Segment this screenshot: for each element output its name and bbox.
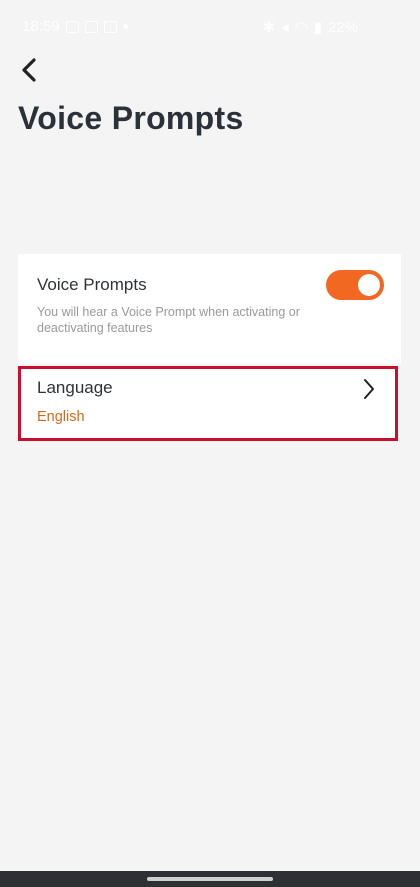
gallery-icon bbox=[65, 20, 79, 33]
page-title: Voice Prompts bbox=[18, 100, 244, 136]
status-left: 18:59 bbox=[22, 18, 128, 35]
chevron-right-icon bbox=[364, 379, 374, 399]
voice-prompts-description: You will hear a Voice Prompt when activa… bbox=[37, 305, 300, 335]
bluetooth-icon: ✱ bbox=[262, 19, 276, 36]
status-time: 18:59 bbox=[22, 18, 60, 35]
dot-icon bbox=[122, 24, 128, 29]
battery-percent: 22% bbox=[327, 18, 358, 36]
home-indicator[interactable] bbox=[147, 877, 273, 881]
wifi-icon: ◠ bbox=[294, 19, 308, 36]
language-row[interactable]: Language English bbox=[18, 366, 398, 441]
notification-icon bbox=[103, 20, 117, 33]
toggle-knob bbox=[358, 274, 380, 296]
back-button[interactable] bbox=[14, 55, 44, 85]
language-value: English bbox=[37, 409, 85, 425]
voice-prompts-label: Voice Prompts bbox=[37, 275, 147, 294]
voice-prompts-row: Voice Prompts You will hear a Voice Prom… bbox=[18, 254, 401, 364]
navigation-bar bbox=[0, 871, 420, 887]
chevron-left-icon bbox=[22, 58, 36, 82]
status-right: ✱ ◂ ◠ ▮ 22% bbox=[262, 18, 359, 37]
voice-prompts-toggle[interactable] bbox=[326, 270, 384, 300]
e-app-icon bbox=[84, 20, 98, 33]
status-bar: 18:59 ✱ ◂ ◠ ▮ 22% bbox=[0, 0, 420, 56]
signal-icon: ▮ bbox=[313, 19, 322, 36]
mute-icon: ◂ bbox=[281, 19, 289, 36]
settings-card: Voice Prompts You will hear a Voice Prom… bbox=[18, 254, 401, 364]
language-label: Language bbox=[37, 378, 113, 397]
